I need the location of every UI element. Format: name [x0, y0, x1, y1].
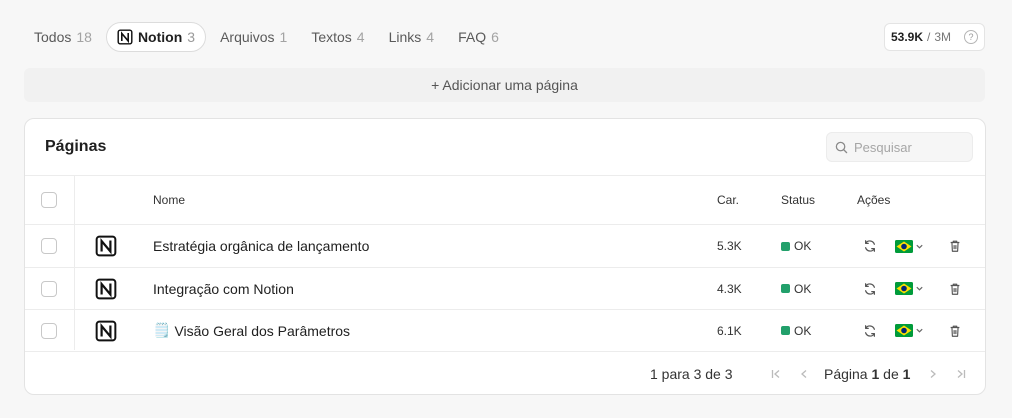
tab-notion[interactable]: Notion 3 — [105, 22, 207, 52]
tab-label: FAQ — [458, 29, 487, 45]
tab-label: Links — [388, 29, 422, 45]
tab-count: 3 — [187, 29, 196, 45]
pages-card: Páginas Nome Car. Status Ações Estratégi… — [24, 118, 986, 395]
chevron-down-icon — [916, 328, 923, 333]
table-header: Nome Car. Status Ações — [25, 176, 985, 224]
page-chars: 5.3K — [717, 239, 742, 253]
tab-links[interactable]: Links 4 — [379, 22, 444, 52]
brazil-flag-icon — [895, 324, 913, 337]
status-dot-icon — [781, 284, 790, 293]
search-icon — [835, 141, 848, 153]
status-dot-icon — [781, 241, 790, 251]
notion-icon — [95, 235, 117, 257]
tab-label: Todos — [34, 29, 72, 45]
table-row[interactable]: 🗒️ Visão Geral dos Parâmetros 6.1K OK — [25, 310, 985, 351]
refresh-icon[interactable] — [860, 236, 880, 256]
next-page-icon[interactable] — [924, 365, 942, 383]
page-chars: 6.1K — [717, 323, 742, 338]
page-name: Visão Geral dos Parâmetros — [174, 322, 351, 339]
notion-icon — [117, 29, 133, 45]
trash-icon[interactable] — [945, 321, 965, 341]
status-badge: OK — [781, 225, 811, 267]
column-header-name[interactable]: Nome — [153, 176, 185, 224]
refresh-icon[interactable] — [860, 279, 880, 299]
tab-faq[interactable]: FAQ 6 — [448, 22, 509, 52]
tab-count: 18 — [76, 29, 92, 45]
current-page: 1 — [871, 366, 880, 382]
tab-label: Arquivos — [220, 29, 275, 45]
pagination-range: 1 para 3 de 3 — [650, 366, 733, 382]
status-badge: OK — [781, 310, 811, 351]
card-title: Páginas — [45, 138, 107, 155]
table-row[interactable]: Integração com Notion 4.3K OK — [25, 268, 985, 309]
language-selector[interactable] — [895, 282, 924, 295]
status-dot-icon — [781, 326, 790, 335]
tab-arquivos[interactable]: Arquivos 1 — [210, 22, 297, 52]
quota-limit: 3M — [934, 30, 952, 44]
page-indicator: Página 1 de 1 — [824, 366, 910, 382]
page-name[interactable]: Integração com Notion — [153, 268, 294, 309]
divider — [25, 351, 985, 352]
status-text: OK — [794, 239, 812, 253]
character-quota: 53.9K / 3M ? — [884, 23, 985, 51]
notepad-emoji-icon: 🗒️ — [153, 322, 171, 338]
last-page-icon[interactable] — [952, 365, 970, 383]
column-header-chars[interactable]: Car. — [717, 176, 739, 224]
tab-count: 4 — [426, 29, 435, 45]
status-text: OK — [794, 281, 812, 296]
language-selector[interactable] — [895, 239, 924, 253]
column-header-actions: Ações — [857, 193, 891, 207]
refresh-icon[interactable] — [860, 321, 880, 341]
of-label: de — [883, 366, 899, 382]
help-icon[interactable]: ? — [964, 30, 978, 44]
notion-icon — [95, 320, 117, 341]
page-label: Página — [824, 366, 868, 382]
row-checkbox[interactable] — [41, 238, 57, 254]
search-input[interactable] — [854, 139, 964, 155]
page-chars: 4.3K — [717, 281, 742, 296]
status-badge: OK — [781, 268, 811, 309]
trash-icon[interactable] — [945, 236, 965, 256]
chevron-down-icon — [916, 286, 923, 291]
tab-label: Notion — [137, 29, 183, 45]
column-header-status[interactable]: Status — [781, 176, 815, 224]
search-box — [826, 132, 973, 162]
tab-count: 4 — [356, 29, 365, 45]
previous-page-icon[interactable] — [795, 365, 813, 383]
tab-todos[interactable]: Todos 18 — [24, 22, 102, 52]
row-checkbox[interactable] — [41, 280, 57, 297]
row-checkbox[interactable] — [41, 322, 57, 339]
quota-used: 53.9K — [891, 30, 924, 44]
select-all-checkbox[interactable] — [41, 192, 57, 208]
tab-label: Textos — [311, 29, 352, 45]
add-page-button[interactable]: + Adicionar uma página — [24, 68, 985, 102]
page-name[interactable]: Estratégia orgânica de lançamento — [153, 225, 369, 267]
tab-count: 6 — [491, 29, 499, 45]
source-tabs: Todos 18 Notion 3 Arquivos 1 Textos 4 Li… — [24, 22, 509, 52]
first-page-icon[interactable] — [767, 365, 785, 383]
tab-textos[interactable]: Textos 4 — [301, 22, 374, 52]
brazil-flag-icon — [895, 239, 913, 253]
chevron-down-icon — [916, 244, 923, 249]
total-pages: 1 — [902, 366, 911, 382]
table-row[interactable]: Estratégia orgânica de lançamento 5.3K O… — [25, 225, 985, 267]
language-selector[interactable] — [895, 324, 924, 337]
notion-icon — [95, 278, 117, 299]
quota-separator: / — [927, 30, 931, 44]
trash-icon[interactable] — [945, 279, 965, 299]
tab-count: 1 — [279, 29, 288, 45]
status-text: OK — [794, 323, 812, 338]
brazil-flag-icon — [895, 282, 913, 295]
page-name-cell[interactable]: 🗒️ Visão Geral dos Parâmetros — [153, 310, 350, 351]
